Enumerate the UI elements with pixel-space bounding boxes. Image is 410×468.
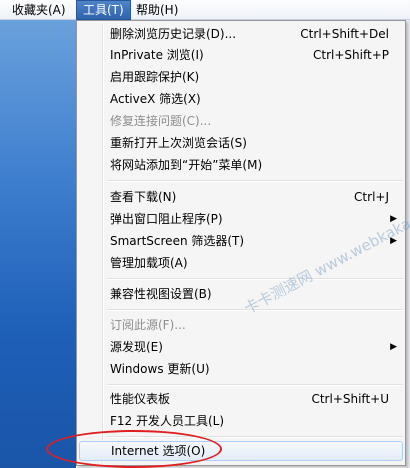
menu-item-performance-dashboard[interactable]: 性能仪表板 Ctrl+Shift+U xyxy=(79,389,403,409)
menu-item-label: 源发现(E) xyxy=(110,340,163,354)
menu-item-label: SmartScreen 筛选器(T) xyxy=(110,234,245,248)
menu-item-delete-history[interactable]: 删除浏览历史记录(D)... Ctrl+Shift+Del xyxy=(79,24,403,44)
menu-item-reopen-session[interactable]: 重新打开上次浏览会话(S) xyxy=(79,133,403,153)
menu-item-label: 管理加载项(A) xyxy=(110,256,188,270)
menu-item-label: ActiveX 筛选(X) xyxy=(110,92,201,106)
menu-item-add-to-start[interactable]: 将网站添加到“开始”菜单(M) xyxy=(79,155,403,175)
menu-item-label: 将网站添加到“开始”菜单(M) xyxy=(110,158,263,172)
menu-item-label: InPrivate 浏览(I) xyxy=(110,48,204,62)
menu-item-smartscreen[interactable]: SmartScreen 筛选器(T) ▶ xyxy=(79,231,403,251)
menu-item-shortcut: Ctrl+Shift+U xyxy=(311,392,389,406)
menu-item-label: 性能仪表板 xyxy=(110,392,171,406)
menu-bar: 收藏夹(A) 工具(T) 帮助(H) xyxy=(0,0,410,20)
menu-item-label: 重新打开上次浏览会话(S) xyxy=(110,136,247,150)
menu-item-feed-discovery[interactable]: 源发现(E) ▶ xyxy=(79,337,403,357)
menu-item-internet-options[interactable]: Internet 选项(O) xyxy=(79,441,403,461)
menu-item-label: 删除浏览历史记录(D)... xyxy=(110,27,237,41)
menu-separator xyxy=(107,278,403,280)
menu-item-label: Internet 选项(O) xyxy=(111,444,206,458)
submenu-arrow-icon: ▶ xyxy=(390,236,397,246)
tools-dropdown-menu: 删除浏览历史记录(D)... Ctrl+Shift+Del InPrivate … xyxy=(76,20,406,466)
menu-separator xyxy=(107,309,403,311)
menu-item-fix-connection: 修复连接问题(C)... xyxy=(79,111,403,131)
menu-item-windows-update[interactable]: Windows 更新(U) xyxy=(79,359,403,379)
menu-item-shortcut: Ctrl+Shift+P xyxy=(313,48,389,62)
menu-item-label: 修复连接问题(C)... xyxy=(110,114,212,128)
menu-item-shortcut: Ctrl+J xyxy=(354,190,389,204)
window-edge xyxy=(406,20,410,468)
menu-item-inprivate[interactable]: InPrivate 浏览(I) Ctrl+Shift+P xyxy=(79,45,403,65)
menu-item-subscribe-feed: 订阅此源(F)... xyxy=(79,315,403,335)
browser-page-background xyxy=(0,20,76,468)
menu-help[interactable]: 帮助(H) xyxy=(130,0,184,20)
menu-item-shortcut: Ctrl+Shift+Del xyxy=(300,27,389,41)
menu-item-activex-filter[interactable]: ActiveX 筛选(X) xyxy=(79,89,403,109)
menu-item-manage-addons[interactable]: 管理加载项(A) xyxy=(79,253,403,273)
menu-item-popup-blocker[interactable]: 弹出窗口阻止程序(P) ▶ xyxy=(79,209,403,229)
menu-item-label: 启用跟踪保护(K) xyxy=(110,70,200,84)
submenu-arrow-icon: ▶ xyxy=(390,342,397,352)
menu-separator xyxy=(107,384,403,386)
menu-item-label: 查看下载(N) xyxy=(110,190,177,204)
submenu-arrow-icon: ▶ xyxy=(390,214,397,224)
menu-item-label: F12 开发人员工具(L) xyxy=(110,414,225,428)
menu-separator xyxy=(107,436,403,438)
menu-item-compat-view[interactable]: 兼容性视图设置(B) xyxy=(79,284,403,304)
menu-item-label: 弹出窗口阻止程序(P) xyxy=(110,212,223,226)
menu-item-label: Windows 更新(U) xyxy=(110,362,210,376)
menu-item-view-downloads[interactable]: 查看下载(N) Ctrl+J xyxy=(79,187,403,207)
menu-item-tracking-protection[interactable]: 启用跟踪保护(K) xyxy=(79,67,403,87)
menu-favorites[interactable]: 收藏夹(A) xyxy=(6,0,72,20)
menu-item-f12-devtools[interactable]: F12 开发人员工具(L) xyxy=(79,411,403,431)
menu-item-label: 兼容性视图设置(B) xyxy=(110,287,212,301)
menu-tools[interactable]: 工具(T) xyxy=(76,0,131,20)
menu-item-label: 订阅此源(F)... xyxy=(110,318,186,332)
menu-separator xyxy=(107,180,403,182)
